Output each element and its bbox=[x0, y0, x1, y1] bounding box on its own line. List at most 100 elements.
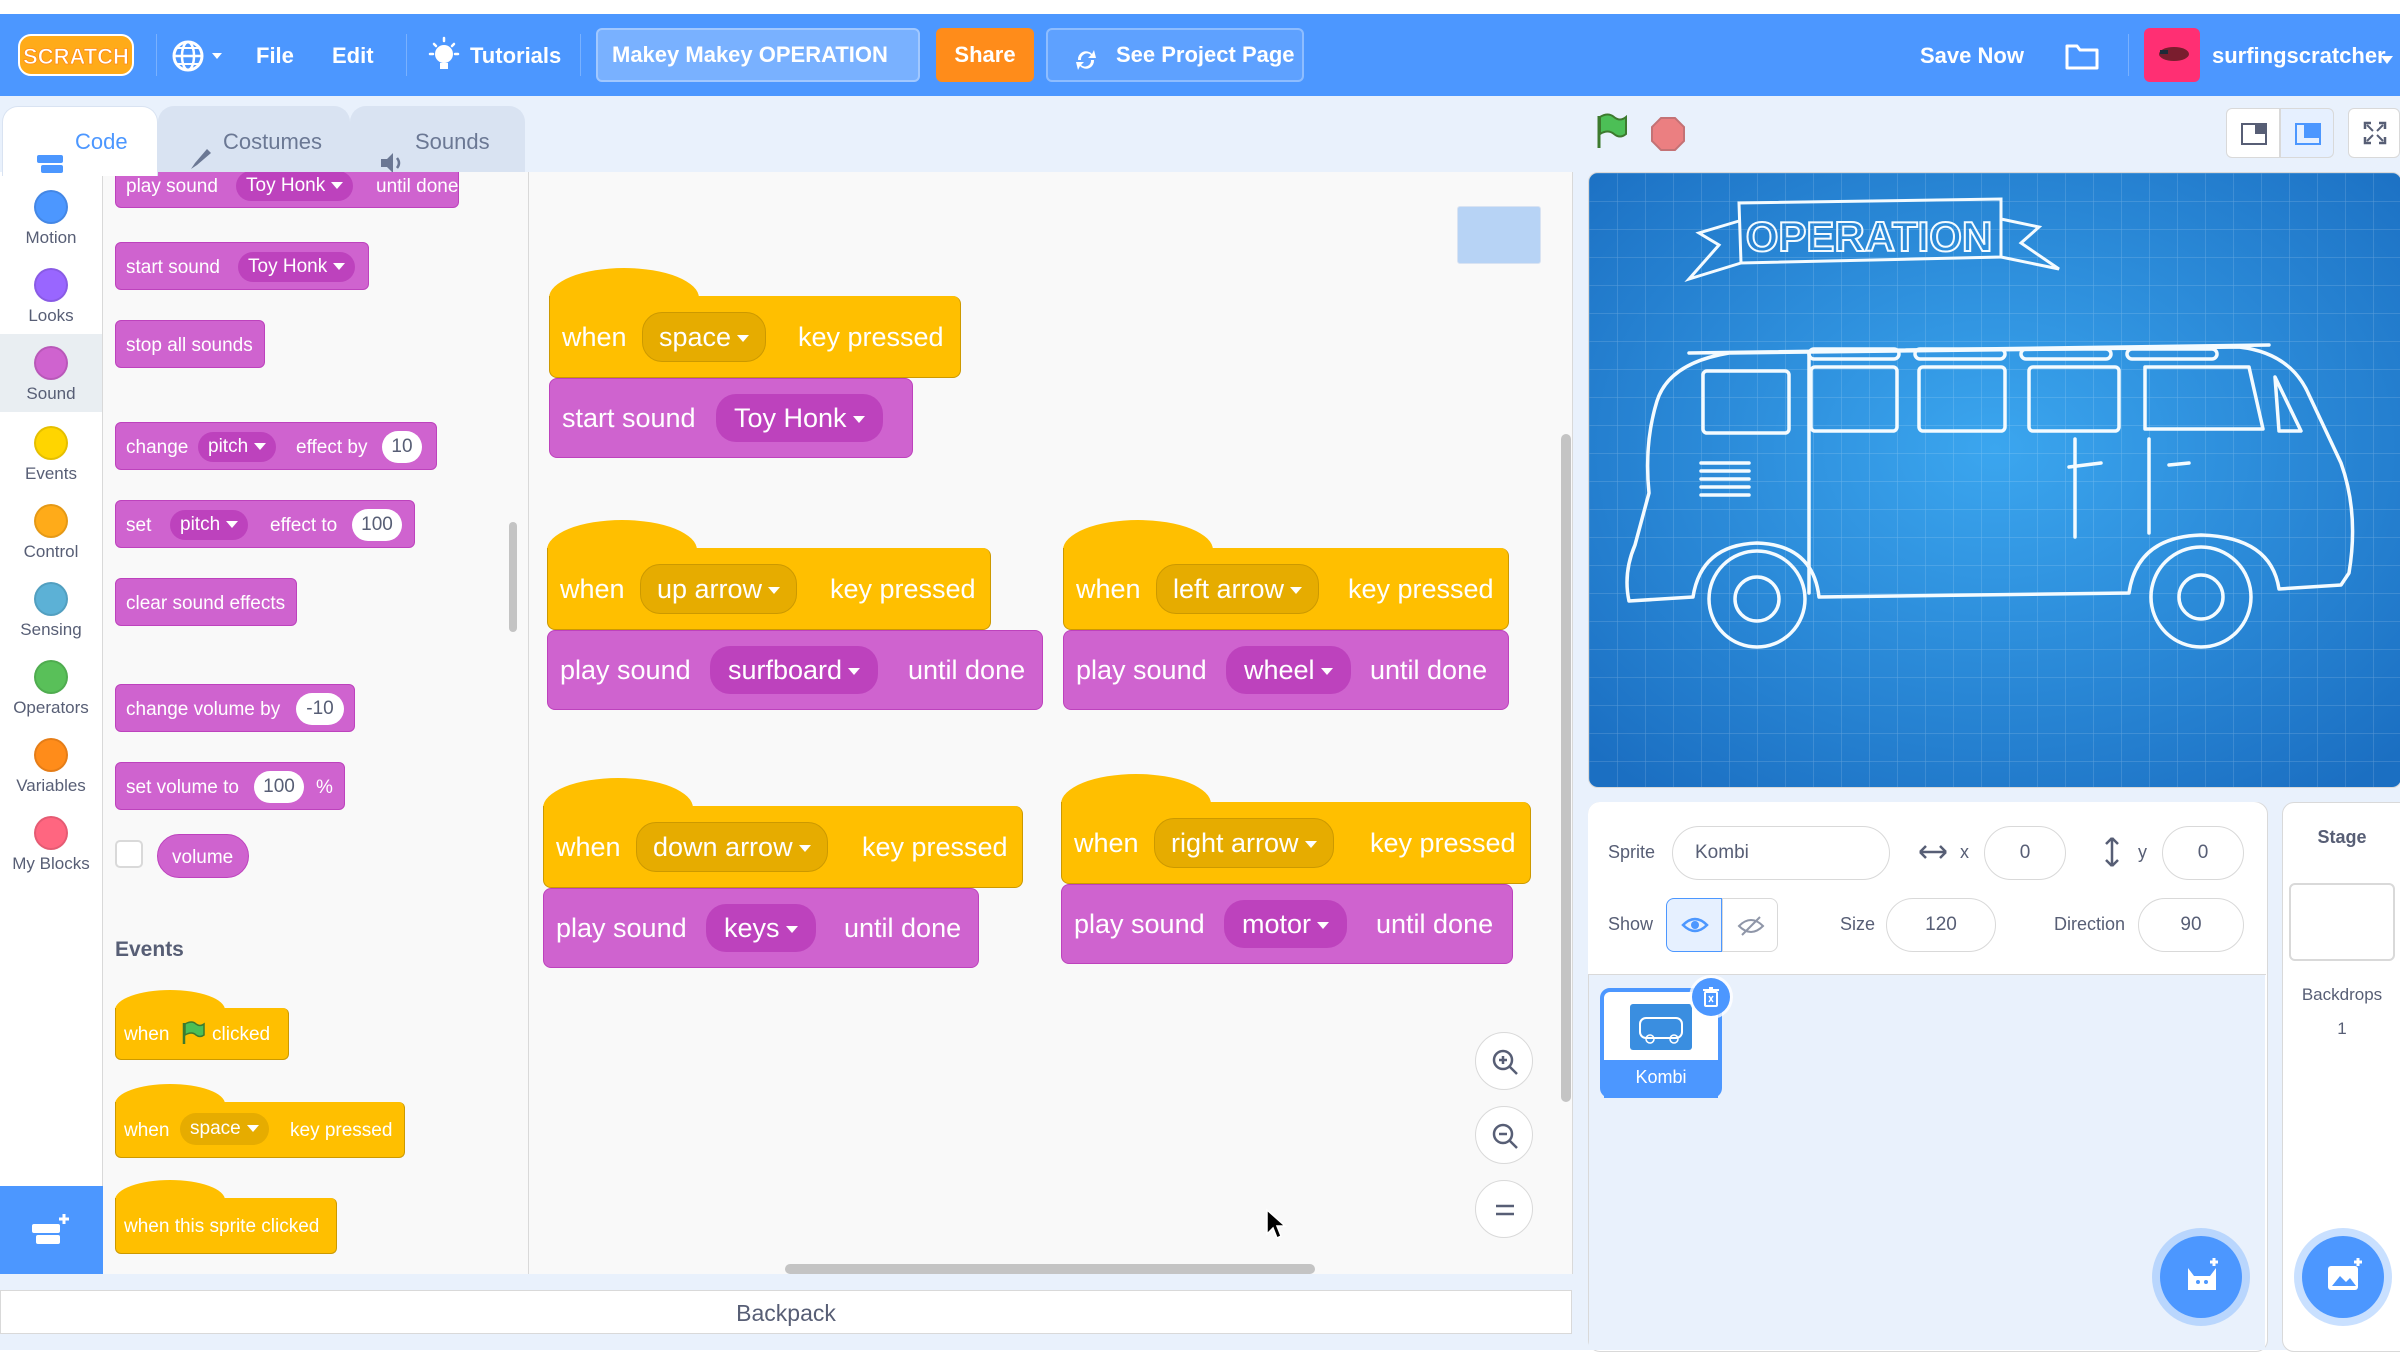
direction-input[interactable]: 90 bbox=[2138, 898, 2244, 952]
key-dropdown[interactable]: down arrow bbox=[636, 822, 828, 872]
effect-dropdown[interactable]: pitch bbox=[198, 432, 277, 462]
volume-monitor-checkbox[interactable] bbox=[115, 840, 143, 868]
palette-set-volume-block[interactable]: set volume to 100 % bbox=[115, 762, 345, 810]
delete-sprite-button[interactable] bbox=[1692, 978, 1730, 1016]
y-input[interactable]: 0 bbox=[2162, 826, 2244, 880]
zoom-reset-button[interactable] bbox=[1475, 1180, 1533, 1238]
palette-volume-reporter[interactable]: volume bbox=[157, 834, 249, 878]
edit-menu[interactable]: Edit bbox=[332, 43, 374, 69]
category-my-blocks[interactable]: My Blocks bbox=[0, 804, 102, 880]
number-input[interactable]: -10 bbox=[296, 693, 344, 725]
show-sprite-button[interactable] bbox=[1666, 898, 1722, 952]
play-sound-until-done-block[interactable]: play sound motor until done bbox=[1061, 884, 1513, 964]
small-stage-button[interactable] bbox=[2226, 108, 2280, 158]
key-dropdown[interactable]: right arrow bbox=[1154, 818, 1334, 868]
when-key-pressed-block[interactable]: when right arrow key pressed bbox=[1061, 802, 1531, 884]
number-input[interactable]: 10 bbox=[382, 431, 422, 463]
tutorials-lightbulb-icon[interactable] bbox=[426, 36, 462, 76]
username-menu[interactable]: surfingscratcher bbox=[2212, 43, 2386, 69]
number-input[interactable]: 100 bbox=[352, 509, 402, 541]
see-project-page-button[interactable]: See Project Page bbox=[1046, 28, 1304, 82]
green-flag-button[interactable] bbox=[1594, 112, 1630, 152]
x-input[interactable]: 0 bbox=[1984, 826, 2066, 880]
when-key-pressed-block[interactable]: when down arrow key pressed bbox=[543, 806, 1023, 888]
sound-dropdown[interactable]: motor bbox=[1224, 900, 1348, 948]
large-stage-button[interactable] bbox=[2280, 108, 2334, 158]
sound-dropdown[interactable]: Toy Honk bbox=[716, 394, 883, 442]
language-globe-icon[interactable] bbox=[170, 38, 226, 74]
palette-change-volume-block[interactable]: change volume by -10 bbox=[115, 684, 355, 732]
palette-scrollbar[interactable] bbox=[509, 522, 517, 632]
chevron-down-icon[interactable] bbox=[2380, 52, 2394, 70]
sound-dropdown[interactable]: keys bbox=[706, 904, 816, 952]
sound-dropdown[interactable]: surfboard bbox=[710, 646, 879, 694]
palette-when-sprite-clicked-block[interactable]: when this sprite clicked bbox=[115, 1198, 337, 1254]
file-menu[interactable]: File bbox=[256, 43, 294, 69]
user-avatar[interactable] bbox=[2144, 28, 2200, 82]
dropdown-value: up arrow bbox=[657, 574, 763, 604]
events-heading: Events bbox=[115, 938, 184, 961]
zoom-in-button[interactable] bbox=[1475, 1032, 1533, 1090]
zoom-out-button[interactable] bbox=[1475, 1106, 1533, 1164]
stage-thumbnail-tile[interactable] bbox=[2289, 883, 2395, 961]
tab-sounds[interactable]: Sounds bbox=[350, 106, 525, 174]
scratch-logo[interactable]: SCRATCH bbox=[18, 33, 134, 77]
stage-canvas[interactable]: OPERATION bbox=[1588, 172, 2400, 788]
backpack[interactable]: Backpack bbox=[0, 1290, 1572, 1334]
sound-dropdown[interactable]: Toy Honk bbox=[236, 172, 354, 201]
play-sound-until-done-block[interactable]: play sound keys until done bbox=[543, 888, 979, 968]
category-sound[interactable]: Sound bbox=[0, 334, 102, 412]
script-area-vertical-scrollbar[interactable] bbox=[1561, 434, 1571, 1102]
block-text: play sound bbox=[556, 913, 687, 943]
key-dropdown[interactable]: left arrow bbox=[1156, 564, 1320, 614]
effect-dropdown[interactable]: pitch bbox=[170, 510, 249, 540]
tutorials-menu[interactable]: Tutorials bbox=[470, 43, 561, 69]
tab-costumes[interactable]: Costumes bbox=[158, 106, 350, 174]
add-extension-button[interactable] bbox=[0, 1186, 103, 1274]
category-events[interactable]: Events bbox=[0, 414, 102, 490]
fullscreen-button[interactable] bbox=[2348, 108, 2400, 158]
key-dropdown[interactable]: space bbox=[180, 1113, 269, 1145]
choose-backdrop-button[interactable] bbox=[2302, 1236, 2384, 1318]
category-sensing[interactable]: Sensing bbox=[0, 570, 102, 646]
category-looks[interactable]: Looks bbox=[0, 256, 102, 332]
number-input[interactable]: 100 bbox=[254, 771, 304, 803]
category-operators[interactable]: Operators bbox=[0, 648, 102, 724]
sprite-name-input[interactable]: Kombi bbox=[1672, 826, 1890, 880]
play-sound-until-done-block[interactable]: play sound wheel until done bbox=[1063, 630, 1509, 710]
palette-clear-sound-effects-block[interactable]: clear sound effects bbox=[115, 578, 297, 626]
project-title-input[interactable]: Makey Makey OPERATION bbox=[596, 28, 920, 82]
block-text: change bbox=[126, 437, 189, 458]
tab-costumes-label: Costumes bbox=[223, 129, 323, 154]
palette-set-effect-block[interactable]: set pitch effect to 100 bbox=[115, 500, 415, 548]
script-area-horizontal-scrollbar[interactable] bbox=[785, 1264, 1315, 1274]
block-text: when bbox=[124, 1120, 170, 1141]
category-control[interactable]: Control bbox=[0, 492, 102, 568]
category-variables[interactable]: Variables bbox=[0, 726, 102, 802]
choose-sprite-button[interactable] bbox=[2160, 1236, 2242, 1318]
sound-dropdown[interactable]: wheel bbox=[1226, 646, 1351, 694]
palette-play-sound-until-done-block[interactable]: play sound Toy Honk until done bbox=[115, 172, 459, 208]
sound-dropdown[interactable]: Toy Honk bbox=[238, 252, 356, 282]
my-stuff-folder-icon[interactable] bbox=[2064, 38, 2100, 72]
start-sound-block[interactable]: start sound Toy Honk bbox=[549, 378, 913, 458]
category-label: Sensing bbox=[20, 620, 82, 639]
palette-when-flag-clicked-block[interactable]: when clicked bbox=[115, 1008, 289, 1060]
palette-stop-all-sounds-block[interactable]: stop all sounds bbox=[115, 320, 265, 368]
palette-when-key-pressed-block[interactable]: when space key pressed bbox=[115, 1102, 405, 1158]
script-area[interactable]: when space key pressed start sound Toy H… bbox=[529, 172, 1573, 1274]
key-dropdown[interactable]: space bbox=[642, 312, 767, 362]
share-button[interactable]: Share bbox=[936, 28, 1034, 82]
stop-button[interactable] bbox=[1650, 116, 1686, 152]
play-sound-until-done-block[interactable]: play sound surfboard until done bbox=[547, 630, 1043, 710]
when-key-pressed-block[interactable]: when left arrow key pressed bbox=[1063, 548, 1509, 630]
hide-sprite-button[interactable] bbox=[1722, 898, 1778, 952]
key-dropdown[interactable]: up arrow bbox=[640, 564, 798, 614]
palette-start-sound-block[interactable]: start sound Toy Honk bbox=[115, 242, 369, 290]
save-now-button[interactable]: Save Now bbox=[1920, 43, 2024, 69]
when-key-pressed-block[interactable]: when space key pressed bbox=[549, 296, 961, 378]
tab-code[interactable]: Code bbox=[2, 106, 158, 176]
palette-change-effect-block[interactable]: change pitch effect by 10 bbox=[115, 422, 437, 470]
size-input[interactable]: 120 bbox=[1886, 898, 1996, 952]
when-key-pressed-block[interactable]: when up arrow key pressed bbox=[547, 548, 991, 630]
